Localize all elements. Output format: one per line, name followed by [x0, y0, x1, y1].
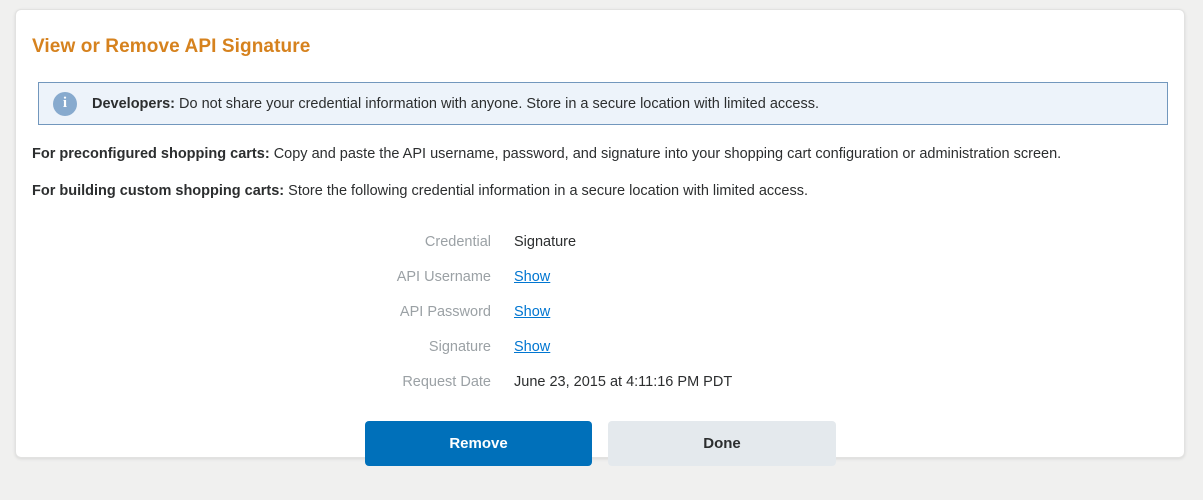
api-username-label: API Username [32, 269, 491, 285]
api-password-row: API Password Show [32, 294, 1168, 329]
api-password-label: API Password [32, 304, 491, 320]
page-title: View or Remove API Signature [32, 36, 1168, 58]
credentials-list: Credential Signature API Username Show A… [32, 224, 1168, 399]
info-icon: i [53, 92, 77, 116]
paragraph-body: Store the following credential informati… [288, 183, 808, 199]
notice-text: Developers: Do not share your credential… [92, 96, 819, 112]
signature-row: Signature Show [32, 329, 1168, 364]
notice-body: Do not share your credential information… [179, 96, 819, 112]
api-username-row: API Username Show [32, 259, 1168, 294]
show-signature-link[interactable]: Show [514, 339, 550, 355]
request-date-label: Request Date [32, 374, 491, 390]
signature-label: Signature [32, 339, 491, 355]
credential-label: Credential [32, 234, 491, 250]
custom-carts-paragraph: For building custom shopping carts: Stor… [32, 183, 1168, 199]
show-api-username-link[interactable]: Show [514, 269, 550, 285]
notice-bold-lead: Developers: [92, 96, 175, 112]
paragraph-bold-lead: For building custom shopping carts: [32, 183, 284, 199]
request-date-value: June 23, 2015 at 4:11:16 PM PDT [514, 374, 732, 390]
preconfigured-carts-paragraph: For preconfigured shopping carts: Copy a… [32, 146, 1168, 162]
credential-row: Credential Signature [32, 224, 1168, 259]
paragraph-bold-lead: For preconfigured shopping carts: [32, 146, 270, 162]
developers-notice: i Developers: Do not share your credenti… [38, 82, 1168, 125]
paragraph-body: Copy and paste the API username, passwor… [274, 146, 1061, 162]
action-buttons: Remove Done [365, 421, 1168, 466]
credential-value: Signature [514, 234, 576, 250]
api-signature-panel: View or Remove API Signature i Developer… [15, 9, 1185, 458]
request-date-row: Request Date June 23, 2015 at 4:11:16 PM… [32, 364, 1168, 399]
remove-button[interactable]: Remove [365, 421, 592, 466]
done-button[interactable]: Done [608, 421, 836, 466]
show-api-password-link[interactable]: Show [514, 304, 550, 320]
